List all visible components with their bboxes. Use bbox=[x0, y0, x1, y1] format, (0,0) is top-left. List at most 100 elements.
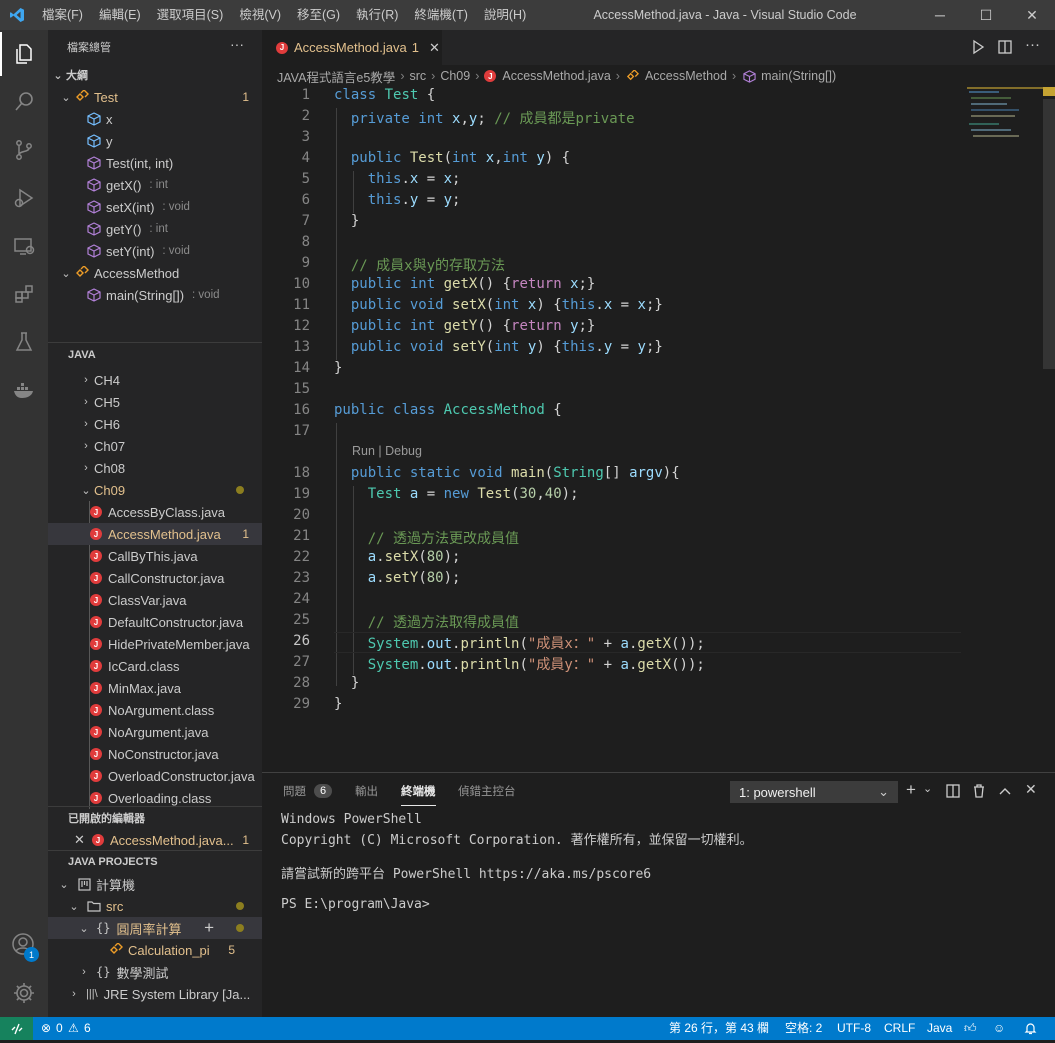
java-section-header[interactable]: JAVA bbox=[48, 344, 262, 366]
editor-scrollbar[interactable] bbox=[1043, 87, 1055, 772]
close-panel-icon[interactable]: ✕ bbox=[1025, 781, 1037, 798]
menu-selection[interactable]: 選取項目(S) bbox=[149, 0, 232, 30]
more-actions-icon[interactable]: ··· bbox=[1025, 36, 1040, 53]
thumbs-up-icon[interactable]: 👍︎ bbox=[964, 1017, 977, 1040]
minimap[interactable] bbox=[967, 87, 1043, 772]
file-noconstructor[interactable]: J NoConstructor.java bbox=[48, 743, 262, 765]
outline-section-header[interactable]: ⌄ 大綱 bbox=[48, 64, 262, 86]
file-noargument-class[interactable]: J NoArgument.class bbox=[48, 699, 262, 721]
language-mode[interactable]: Java bbox=[927, 1017, 952, 1040]
close-icon[interactable]: ✕ bbox=[74, 832, 88, 848]
trash-icon[interactable] bbox=[972, 784, 986, 801]
outline-item-sety[interactable]: setY(int) : void bbox=[48, 240, 262, 262]
warning-count[interactable]: 6 bbox=[84, 1017, 91, 1040]
menu-run[interactable]: 執行(R) bbox=[348, 0, 406, 30]
extensions-icon[interactable] bbox=[0, 270, 48, 318]
java-projects-header[interactable]: JAVA PROJECTS bbox=[48, 851, 262, 873]
file-defaultconstructor[interactable]: J DefaultConstructor.java bbox=[48, 611, 262, 633]
breadcrumb-item[interactable]: main(String[]) bbox=[761, 69, 836, 83]
tab-problems[interactable]: 問題 6 bbox=[283, 773, 333, 809]
split-terminal-icon[interactable] bbox=[946, 784, 960, 801]
open-editors-header[interactable]: 已開啟的編輯器 bbox=[48, 807, 262, 829]
remote-indicator-icon[interactable] bbox=[0, 1017, 33, 1040]
end-of-line[interactable]: CRLF bbox=[884, 1017, 915, 1040]
folder-ch5[interactable]: › CH5 bbox=[48, 391, 262, 413]
source-control-icon[interactable] bbox=[0, 126, 48, 174]
new-terminal-icon[interactable]: + bbox=[906, 780, 916, 800]
scrollbar-thumb[interactable] bbox=[1043, 99, 1055, 369]
file-accessbyclass[interactable]: J AccessByClass.java bbox=[48, 501, 262, 523]
folder-ch6[interactable]: › CH6 bbox=[48, 413, 262, 435]
explorer-icon[interactable] bbox=[0, 30, 48, 78]
class-item-calculation[interactable]: Calculation_pi 5 bbox=[48, 939, 262, 961]
breadcrumb-item[interactable]: AccessMethod.java bbox=[502, 69, 610, 83]
feedback-icon[interactable]: ☺ bbox=[993, 1017, 1005, 1040]
menu-go[interactable]: 移至(G) bbox=[289, 0, 348, 30]
src-folder-item[interactable]: ⌄ src bbox=[48, 895, 262, 917]
project-item[interactable]: ⌄ 計算機 bbox=[48, 873, 262, 895]
file-accessmethod[interactable]: J AccessMethod.java 1 bbox=[48, 523, 262, 545]
folder-ch07[interactable]: › Ch07 bbox=[48, 435, 262, 457]
outline-item-test[interactable]: ⌄ Test 1 bbox=[48, 86, 262, 108]
outline-item-y[interactable]: y bbox=[48, 130, 262, 152]
split-editor-icon[interactable] bbox=[997, 39, 1013, 58]
code-editor[interactable]: 1 2 3 4 5 6 7 8 9 10 11 12 13 14 15 16 1… bbox=[262, 87, 967, 772]
folder-ch08[interactable]: › Ch08 bbox=[48, 457, 262, 479]
menu-terminal[interactable]: 終端機(T) bbox=[406, 0, 475, 30]
error-icon[interactable]: ⊗ bbox=[41, 1017, 51, 1040]
indentation[interactable]: 空格: 2 bbox=[785, 1017, 822, 1040]
error-count[interactable]: 0 bbox=[56, 1017, 63, 1040]
outline-item-getx[interactable]: getX() : int bbox=[48, 174, 262, 196]
tab-output[interactable]: 輸出 bbox=[355, 773, 378, 809]
explorer-more-button[interactable]: ··· bbox=[230, 36, 244, 52]
file-noargument-java[interactable]: J NoArgument.java bbox=[48, 721, 262, 743]
menu-edit[interactable]: 編輯(E) bbox=[91, 0, 149, 30]
file-hideprivatemember[interactable]: J HidePrivateMember.java bbox=[48, 633, 262, 655]
close-window-button[interactable]: ✕ bbox=[1009, 0, 1055, 30]
breadcrumb-item[interactable]: Ch09 bbox=[440, 69, 470, 83]
run-debug-icon[interactable] bbox=[0, 174, 48, 222]
package-item-math[interactable]: › {} 數學測試 bbox=[48, 961, 262, 983]
outline-item-x[interactable]: x bbox=[48, 108, 262, 130]
breadcrumb-item[interactable]: src bbox=[409, 69, 426, 83]
menu-help[interactable]: 說明(H) bbox=[476, 0, 534, 30]
outline-item-constructor[interactable]: Test(int, int) bbox=[48, 152, 262, 174]
maximize-button[interactable]: ☐ bbox=[963, 0, 1009, 30]
jre-library-item[interactable]: › |||\ JRE System Library [Ja... bbox=[48, 983, 262, 1005]
settings-gear-icon[interactable] bbox=[0, 969, 48, 1017]
outline-item-accessmethod[interactable]: ⌄ AccessMethod bbox=[48, 262, 262, 284]
folder-ch4[interactable]: › CH4 bbox=[48, 369, 262, 391]
notifications-bell-icon[interactable] bbox=[1024, 1017, 1037, 1043]
cursor-position[interactable]: 第 26 行，第 43 欄 bbox=[669, 1017, 769, 1040]
file-overloadconstructor[interactable]: J OverloadConstructor.java bbox=[48, 765, 262, 787]
terminal-scrollbar[interactable] bbox=[1043, 809, 1055, 1018]
testing-icon[interactable] bbox=[0, 318, 48, 366]
menu-view[interactable]: 檢視(V) bbox=[231, 0, 289, 30]
package-item-pi[interactable]: ⌄ {} 圓周率計算 + bbox=[48, 917, 262, 939]
breadcrumb-item[interactable]: JAVA程式語言e5教學 bbox=[277, 67, 395, 86]
editor-tab-accessmethod[interactable]: J AccessMethod.java 1 ✕ bbox=[262, 30, 442, 65]
close-icon[interactable]: ✕ bbox=[429, 40, 440, 56]
file-classvar[interactable]: J ClassVar.java bbox=[48, 589, 262, 611]
remote-explorer-icon[interactable] bbox=[0, 222, 48, 270]
warning-icon[interactable]: ⚠ bbox=[68, 1017, 79, 1040]
minimize-button[interactable]: ─ bbox=[917, 0, 963, 30]
accounts-icon[interactable]: 1 bbox=[0, 921, 48, 969]
breadcrumb-item[interactable]: AccessMethod bbox=[645, 69, 727, 83]
chevron-down-icon[interactable]: ⌄ bbox=[923, 782, 932, 795]
maximize-panel-icon[interactable] bbox=[998, 784, 1012, 801]
docker-icon[interactable] bbox=[0, 366, 48, 414]
search-icon[interactable] bbox=[0, 78, 48, 126]
file-iccard[interactable]: J IcCard.class bbox=[48, 655, 262, 677]
outline-item-gety[interactable]: getY() : int bbox=[48, 218, 262, 240]
codelens-run-debug[interactable]: Run | Debug bbox=[352, 444, 422, 458]
outline-item-setx[interactable]: setX(int) : void bbox=[48, 196, 262, 218]
file-callbythis[interactable]: J CallByThis.java bbox=[48, 545, 262, 567]
folder-ch09[interactable]: ⌄ Ch09 bbox=[48, 479, 262, 501]
encoding[interactable]: UTF-8 bbox=[837, 1017, 871, 1040]
outline-item-main[interactable]: main(String[]) : void bbox=[48, 284, 262, 306]
run-icon[interactable] bbox=[970, 39, 986, 58]
menu-file[interactable]: 檔案(F) bbox=[34, 0, 91, 30]
open-editor-item[interactable]: ✕ J AccessMethod.java... 1 bbox=[48, 829, 262, 851]
terminal-prompt[interactable]: PS E:\program\Java> bbox=[281, 897, 430, 912]
